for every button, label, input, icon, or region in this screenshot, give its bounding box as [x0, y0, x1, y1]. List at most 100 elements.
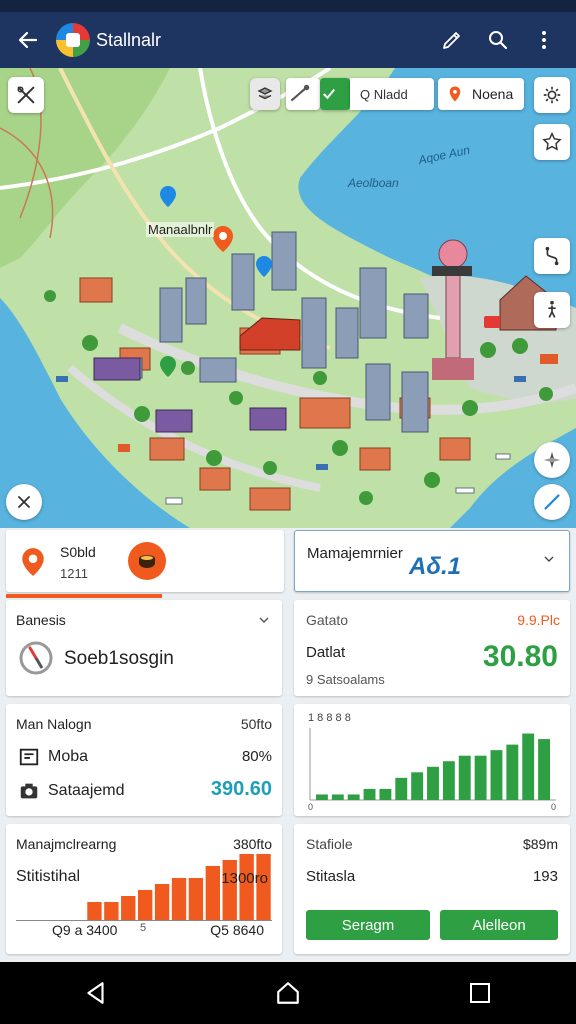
app-logo — [56, 23, 90, 57]
star-icon — [542, 132, 562, 151]
back-button[interactable] — [12, 24, 44, 56]
chart-bar — [137, 890, 153, 920]
route-chip[interactable] — [286, 78, 320, 110]
pedestrian-button[interactable] — [534, 292, 570, 328]
chart-bar — [104, 902, 119, 920]
more-vertical-icon — [542, 31, 546, 49]
square-icon — [470, 983, 490, 1003]
chart-bar — [205, 866, 221, 920]
tools-button[interactable] — [8, 77, 44, 113]
draw-button[interactable] — [534, 484, 570, 520]
close-icon — [18, 496, 30, 508]
actions-card: Stafiole $89m Stitasla 193 Seragm Alelle… — [294, 824, 570, 954]
place-chip[interactable]: Noena — [438, 78, 524, 110]
gauge-icon — [19, 641, 53, 675]
orange-chart-card: Manajmclrearng 380fto Stitistihal 1300ro… — [6, 824, 282, 954]
transit-button[interactable] — [534, 238, 570, 274]
draw-line-icon — [544, 494, 560, 510]
chart-bar — [347, 794, 360, 800]
chart-bar — [331, 794, 344, 800]
stats-label: Gatato — [306, 612, 349, 628]
orange-card-title-value: 380fto — [233, 836, 272, 852]
chart-bar — [87, 902, 102, 920]
map-illustration — [0, 68, 576, 528]
chart-bar — [442, 761, 455, 800]
location-progress-track — [6, 594, 284, 598]
map-water-label: Aeolboan — [348, 176, 399, 190]
chevron-down-icon[interactable] — [256, 612, 272, 628]
actions-label1: Stafiole — [306, 836, 353, 852]
cup-icon — [139, 555, 155, 568]
stats-sub-label: Datlat — [306, 644, 346, 661]
favorites-button[interactable] — [534, 124, 570, 160]
search-button[interactable] — [478, 20, 518, 60]
home-icon — [277, 982, 299, 1004]
more-menu-button[interactable] — [524, 20, 564, 60]
chart-bar — [522, 733, 535, 800]
location-line1: S0bld — [60, 544, 96, 560]
orange-card-foot-right: Q5 8640 — [210, 922, 264, 938]
header-card-title: Mamajemrnier — [307, 545, 403, 562]
main-row2-value: 390.60 — [210, 778, 272, 800]
route-alt-icon — [545, 246, 559, 266]
main-card[interactable]: Man Nalogn 50fto Moba 80% Sataajemd 390.… — [6, 704, 282, 816]
orange-card-foot-mid: 5 — [140, 922, 147, 934]
actions-value2: 193 — [532, 868, 558, 885]
banais-title: Banesis — [16, 612, 66, 628]
location-progress-fill — [6, 594, 162, 598]
orange-chart-axis — [16, 920, 272, 921]
tools-icon — [17, 86, 35, 104]
header-card[interactable]: Mamajemrnier Aδ.1 — [294, 530, 570, 592]
triangle-back-icon — [87, 982, 104, 1004]
banais-card[interactable]: Banesis Soeb1sosgin — [6, 600, 282, 696]
list-icon — [19, 748, 39, 766]
orange-card-foot-left: Q9 a 3400 — [52, 922, 118, 938]
search-chip[interactable]: Q Nladd — [350, 78, 434, 110]
chart-bar — [395, 777, 408, 800]
chart-bar — [490, 750, 503, 800]
chart-bar — [363, 788, 376, 800]
main-card-title: Man Nalogn — [16, 716, 92, 732]
map-view[interactable]: Q Nladd Noena Manaalbnlr Aeolboan Aqoe A… — [0, 68, 576, 528]
map-pin-icon — [22, 548, 44, 576]
system-nav-bar — [0, 962, 576, 1024]
main-row1-label: Moba — [48, 748, 89, 765]
nav-back-button[interactable] — [72, 969, 120, 1017]
settings-icon — [543, 86, 561, 104]
chart-bar — [538, 739, 551, 800]
main-row2-label: Sataajemd — [48, 782, 125, 799]
edit-button[interactable] — [432, 20, 472, 60]
stats-big-value: 30.80 — [482, 640, 558, 673]
chart-bar — [239, 854, 254, 920]
close-map-button[interactable] — [6, 484, 42, 520]
stats-footer: 9 Satsoalams — [306, 672, 385, 687]
nav-home-button[interactable] — [264, 969, 312, 1017]
green-chart-x-left: 0 — [308, 802, 314, 812]
search-chip-label: Q Nladd — [360, 86, 408, 102]
main-row1-value: 80% — [241, 748, 272, 765]
chart-bar — [256, 854, 271, 920]
filter-chip[interactable] — [320, 78, 350, 110]
orange-card-title: Manajmclrearng — [16, 836, 117, 852]
chart-bar — [121, 896, 136, 920]
check-icon — [323, 88, 336, 100]
compass-button[interactable] — [534, 442, 570, 478]
secondary-action-button[interactable]: Alelleon — [440, 910, 558, 940]
compass-icon — [543, 451, 561, 469]
map-pin-icon — [449, 86, 461, 102]
chart-bar — [315, 794, 328, 800]
nav-recents-button[interactable] — [456, 969, 504, 1017]
green-bar-chart — [309, 728, 556, 801]
main-card-title-value: 50fto — [240, 716, 272, 732]
camera-icon — [20, 783, 38, 799]
location-card[interactable]: S0bld 1211 — [6, 530, 284, 598]
chart-bar — [474, 755, 487, 800]
layers-button[interactable] — [250, 78, 280, 110]
chevron-down-icon[interactable] — [541, 551, 557, 567]
green-chart-x-right: 0 — [550, 802, 556, 812]
chart-bar — [506, 744, 519, 800]
recenter-button[interactable] — [534, 77, 570, 113]
stats-card[interactable]: Gatato 9.9.Plc Datlat 30.80 9 Satsoalams — [294, 600, 570, 696]
primary-action-button[interactable]: Seragm — [306, 910, 430, 940]
search-icon — [489, 31, 508, 50]
